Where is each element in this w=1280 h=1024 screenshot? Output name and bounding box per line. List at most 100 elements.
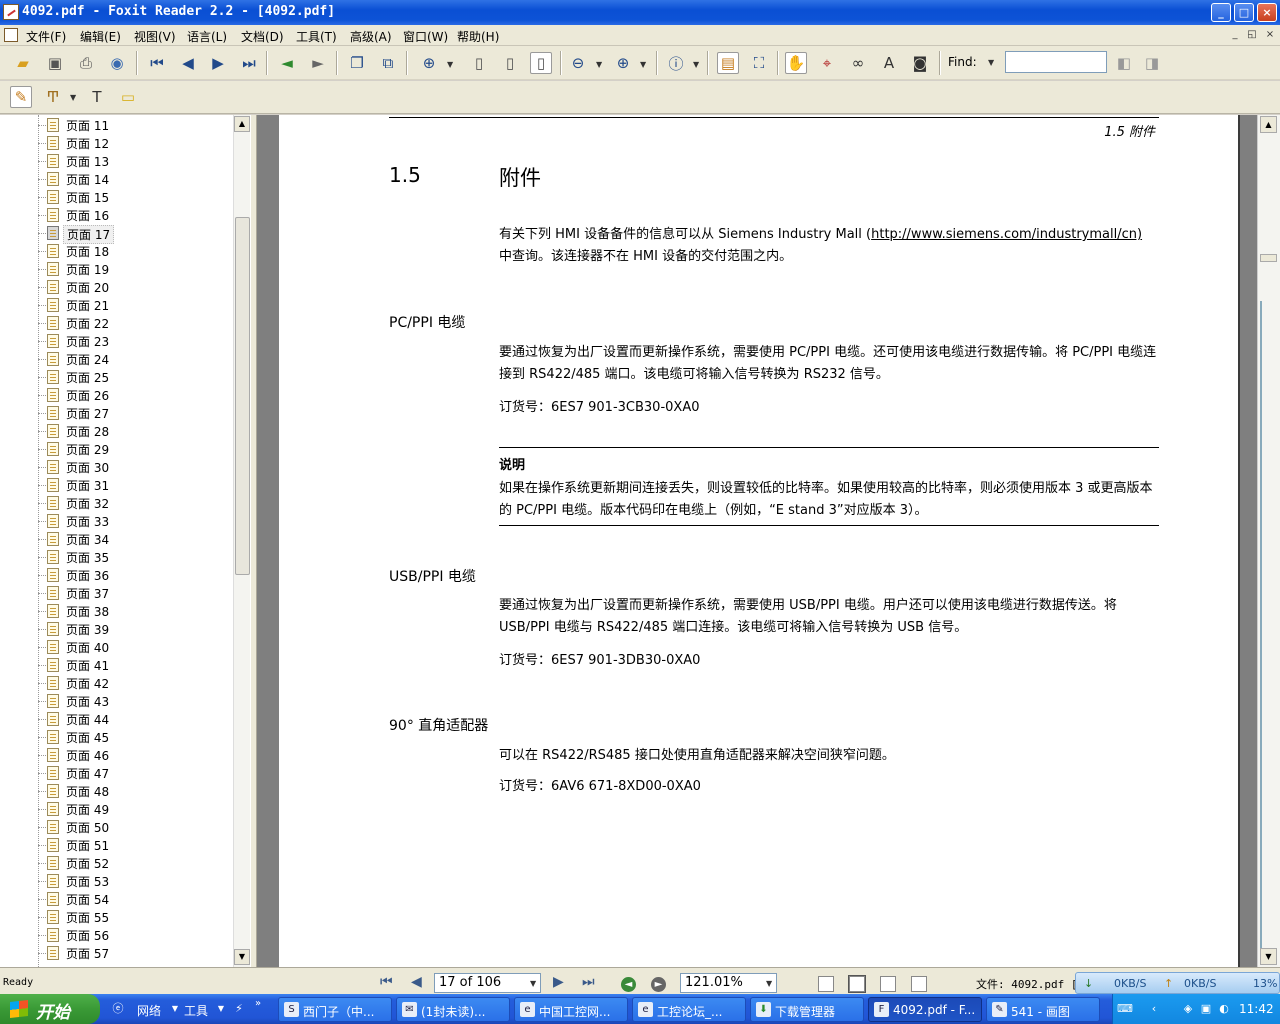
tools-dropdown-icon[interactable]: ▼: [213, 1001, 229, 1017]
sidebar-page-item[interactable]: 页面 21: [38, 296, 238, 314]
status-previous-page-icon[interactable]: ◀: [411, 974, 422, 990]
print-icon[interactable]: ⎙: [75, 52, 97, 74]
status-forward-icon[interactable]: ►: [651, 977, 666, 992]
task-download-manager[interactable]: ⬇ 下载管理器: [750, 997, 864, 1022]
sidebar-page-item[interactable]: 页面 43: [38, 692, 238, 710]
info-dropdown-arrow[interactable]: ▼: [693, 60, 701, 70]
find-options-dropdown[interactable]: ▼: [988, 58, 996, 68]
task-siemens[interactable]: S 西门子（中...: [278, 997, 392, 1022]
menu-help[interactable]: 帮助(H): [457, 28, 499, 45]
continuous-view-icon[interactable]: [848, 975, 866, 993]
sidebar-page-item[interactable]: 页面 22: [38, 314, 238, 332]
sidebar-page-item[interactable]: 页面 33: [38, 512, 238, 530]
sidebar-page-item[interactable]: 页面 44: [38, 710, 238, 728]
menu-tools[interactable]: 工具(T): [296, 28, 337, 45]
last-page-icon[interactable]: ⏭: [238, 52, 260, 74]
first-page-icon[interactable]: ⏮: [146, 52, 168, 74]
volume-icon[interactable]: ◐: [1217, 1002, 1231, 1016]
sidebar-page-item[interactable]: 页面 12: [38, 134, 238, 152]
find-input[interactable]: [1005, 51, 1107, 73]
sidebar-page-item[interactable]: 页面 54: [38, 890, 238, 908]
sidebar-page-item[interactable]: 页面 30: [38, 458, 238, 476]
sidebar-page-item[interactable]: 页面 29: [38, 440, 238, 458]
back-icon[interactable]: ◄: [276, 52, 298, 74]
sidebar-page-item[interactable]: 页面 45: [38, 728, 238, 746]
comment-icon[interactable]: ▭: [117, 86, 139, 108]
quicklaunch-network[interactable]: 网络: [137, 1002, 161, 1019]
status-last-page-icon[interactable]: ⏭: [582, 974, 595, 990]
sidebar-page-item[interactable]: 页面 18: [38, 242, 238, 260]
open-icon[interactable]: ▰: [12, 52, 34, 74]
sidebar-page-item[interactable]: 页面 47: [38, 764, 238, 782]
sidebar-page-item[interactable]: 页面 46: [38, 746, 238, 764]
sidebar-page-item[interactable]: 页面 53: [38, 872, 238, 890]
industry-mall-link[interactable]: http://www.siemens.com/industrymall/cn): [871, 227, 1142, 242]
facing-view-icon[interactable]: [880, 976, 896, 992]
sidebar-page-item[interactable]: 页面 14: [38, 170, 238, 188]
sidebar-scroll-thumb[interactable]: [235, 217, 250, 575]
task-foxit[interactable]: F 4092.pdf - F...: [868, 997, 982, 1022]
menu-edit[interactable]: 编辑(E): [80, 28, 121, 45]
previous-page-icon[interactable]: ◀: [177, 52, 199, 74]
sidebar-page-item[interactable]: 页面 17: [38, 224, 238, 244]
bookmarks-toggle-icon[interactable]: ▤: [717, 52, 739, 74]
sidebar-page-item[interactable]: 页面 42: [38, 674, 238, 692]
page-dropdown-arrow[interactable]: ▼: [530, 979, 538, 989]
quicklaunch-overflow-icon[interactable]: »: [250, 996, 266, 1012]
fullscreen-icon[interactable]: ⛶: [748, 52, 770, 74]
doc-scroll-thumb[interactable]: [1260, 254, 1277, 262]
status-first-page-icon[interactable]: ⏮: [380, 974, 393, 990]
sidebar-scroll-up-arrow[interactable]: ▲: [234, 116, 250, 132]
sidebar-page-item[interactable]: 页面 51: [38, 836, 238, 854]
zoom-out-dropdown-arrow[interactable]: ▼: [596, 60, 604, 70]
typewriter-icon[interactable]: A: [878, 52, 900, 74]
find-previous-icon[interactable]: ◧: [1113, 52, 1135, 74]
zoom-out-minus-icon[interactable]: ⊖: [567, 52, 589, 74]
doc-scroll-down-arrow[interactable]: ▼: [1260, 948, 1277, 965]
doc-scroll-up-arrow[interactable]: ▲: [1260, 116, 1277, 133]
ie-quicklaunch-icon[interactable]: ⓔ: [110, 1001, 126, 1017]
sidebar-page-item[interactable]: 页面 25: [38, 368, 238, 386]
sidebar-page-item[interactable]: 页面 23: [38, 332, 238, 350]
menu-view[interactable]: 视图(V): [134, 28, 176, 45]
sidebar-page-item[interactable]: 页面 34: [38, 530, 238, 548]
network-tray-icon[interactable]: ▣: [1199, 1002, 1213, 1016]
document-scrollbar[interactable]: ▲ ▼: [1257, 115, 1280, 967]
email-icon[interactable]: ◉: [106, 52, 128, 74]
zoom-in-icon[interactable]: ⊕: [418, 52, 440, 74]
quicklaunch-tools[interactable]: 工具: [184, 1002, 208, 1019]
sidebar-page-item[interactable]: 页面 28: [38, 422, 238, 440]
sidebar-page-item[interactable]: 页面 16: [38, 206, 238, 224]
sidebar-page-item[interactable]: 页面 49: [38, 800, 238, 818]
sidebar-page-item[interactable]: 页面 20: [38, 278, 238, 296]
sidebar-page-item[interactable]: 页面 26: [38, 386, 238, 404]
sidebar-page-item[interactable]: 页面 40: [38, 638, 238, 656]
sidebar-page-item[interactable]: 页面 56: [38, 926, 238, 944]
sidebar-page-item[interactable]: 页面 48: [38, 782, 238, 800]
taskbar-clock[interactable]: 11:42: [1239, 1002, 1274, 1016]
zoom-level-input[interactable]: 121.01%: [680, 973, 777, 993]
sidebar-page-item[interactable]: 页面 36: [38, 566, 238, 584]
sidebar-page-item[interactable]: 页面 19: [38, 260, 238, 278]
fit-page-icon[interactable]: ▯: [499, 52, 521, 74]
foxit-app-icon[interactable]: [3, 4, 19, 20]
document-icon[interactable]: [4, 28, 18, 42]
snapshot-icon[interactable]: ◙: [909, 52, 931, 74]
sidebar-page-item[interactable]: 页面 52: [38, 854, 238, 872]
menu-document[interactable]: 文档(D): [241, 28, 284, 45]
task-mail[interactable]: ✉ (1封未读)...: [396, 997, 510, 1022]
zoom-level-dropdown-arrow[interactable]: ▼: [766, 979, 774, 989]
close-button[interactable]: ×: [1257, 3, 1277, 22]
sidebar-page-item[interactable]: 页面 38: [38, 602, 238, 620]
task-gongkong[interactable]: e 中国工控网...: [514, 997, 628, 1022]
edit-note-icon[interactable]: ✎: [10, 86, 32, 108]
next-page-icon[interactable]: ▶: [207, 52, 229, 74]
zoom-in-dropdown-arrow[interactable]: ▼: [640, 60, 648, 70]
sidebar-scroll-down-arrow[interactable]: ▼: [234, 949, 250, 965]
sidebar-page-item[interactable]: 页面 57: [38, 944, 238, 962]
highlighter-icon[interactable]: Ͳ: [42, 86, 64, 108]
menu-language[interactable]: 语言(L): [187, 28, 227, 45]
sidebar-scrollbar[interactable]: ▲ ▼: [233, 115, 250, 967]
sidebar-page-item[interactable]: 页面 35: [38, 548, 238, 566]
status-back-icon[interactable]: ◄: [621, 977, 636, 992]
